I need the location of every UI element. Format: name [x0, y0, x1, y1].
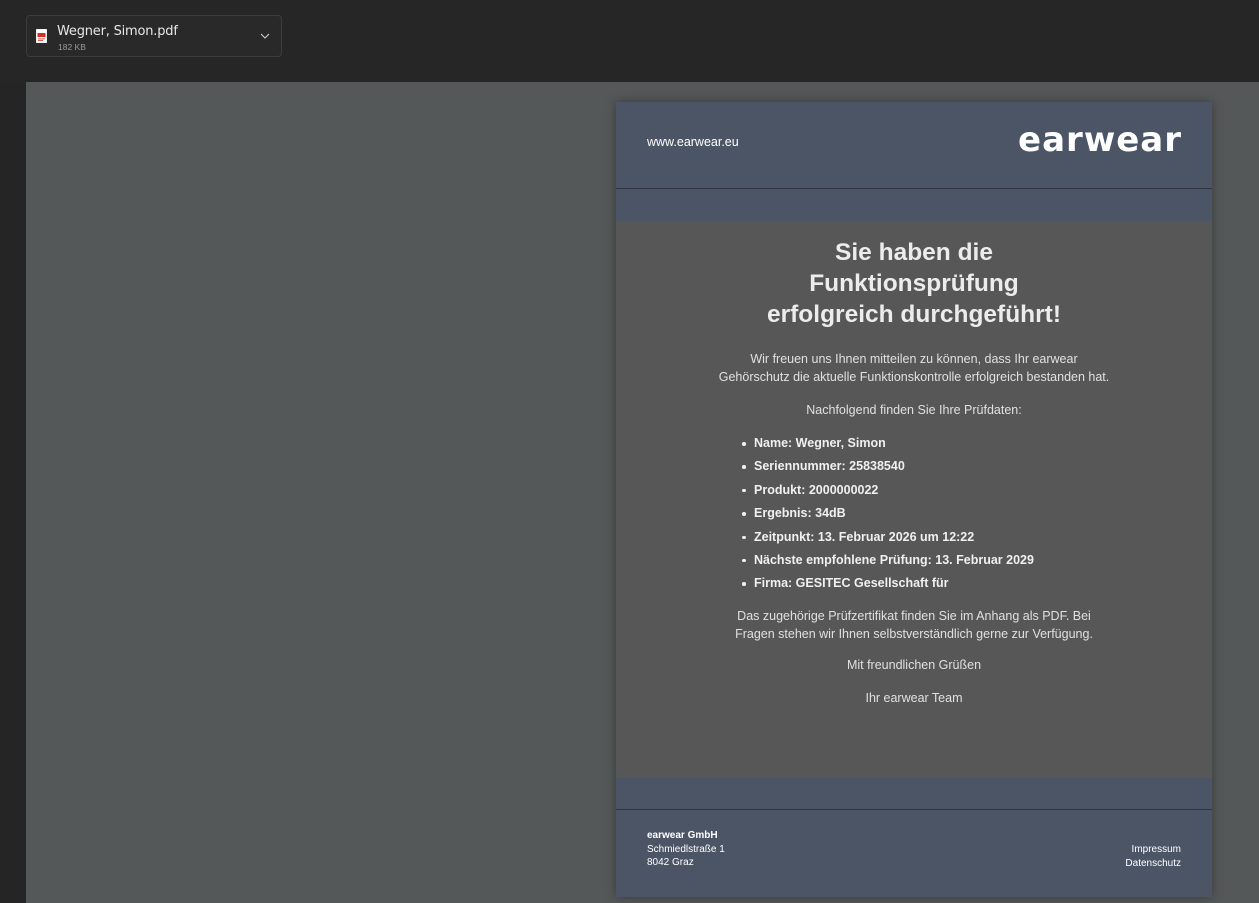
pdf-page: www.earwear.eu earwear Sie haben die Fun… — [616, 102, 1212, 897]
sub-intro-text: Nachfolgend finden Sie Ihre Prüfdaten: — [806, 403, 1022, 417]
list-item: Name: Wegner, Simon — [740, 434, 1140, 457]
pdf-file-icon — [36, 29, 47, 43]
signature-text: Ihr earwear Team — [865, 690, 963, 705]
header-band — [616, 189, 1212, 221]
document-footer: earwear GmbH Schmiedlstraße 1 8042 Graz … — [616, 810, 1212, 897]
document-body: Sie haben die Funktionsprüfung erfolgrei… — [616, 221, 1212, 705]
headline-line: Sie haben die — [835, 239, 993, 266]
list-item: Nächste empfohlene Prüfung: 13. Februar … — [740, 551, 1140, 574]
intro-text: Wir freuen uns Ihnen mitteilen zu können… — [718, 352, 1110, 384]
greeting-text: Mit freundlichen Grüßen — [846, 657, 982, 672]
company-name: earwear GmbH — [647, 830, 718, 841]
chevron-down-icon[interactable] — [259, 31, 271, 41]
list-item: Zeitpunkt: 13. Februar 2026 um 12:22 — [740, 528, 1140, 551]
company-address: earwear GmbH Schmiedlstraße 1 8042 Graz — [647, 829, 725, 870]
headline-line: erfolgreich durchgeführt! — [766, 301, 1061, 328]
attachment-card[interactable]: Wegner, Simon.pdf 182 KB — [26, 15, 282, 57]
imprint-link[interactable]: Impressum — [1125, 843, 1181, 857]
closing-text: Das zugehörige Prüfzertifikat finden Sie… — [735, 608, 1093, 641]
list-item: Seriennummer: 25838540 — [740, 457, 1140, 480]
headline-line: Funktionsprüfung — [809, 270, 1019, 297]
website-link[interactable]: www.earwear.eu — [647, 135, 739, 149]
attachment-file-name: Wegner, Simon.pdf — [57, 24, 178, 39]
privacy-link[interactable]: Datenschutz — [1125, 857, 1181, 871]
company-city: 8042 Graz — [647, 857, 694, 868]
attachment-bar: Wegner, Simon.pdf 182 KB — [0, 0, 1259, 82]
list-item: Ergebnis: 34dB — [740, 504, 1140, 527]
test-data-list: Name: Wegner, Simon Seriennummer: 258385… — [740, 434, 1140, 598]
legal-links: Impressum Datenschutz — [1125, 843, 1181, 870]
document-header: www.earwear.eu earwear — [616, 102, 1212, 189]
attachment-file-size: 182 KB — [58, 42, 86, 52]
headline: Sie haben die Funktionsprüfung erfolgrei… — [714, 237, 1114, 330]
earwear-logo: earwear — [1018, 120, 1182, 160]
footer-band — [616, 778, 1212, 810]
list-item: Produkt: 2000000022 — [740, 481, 1140, 504]
company-street: Schmiedlstraße 1 — [647, 843, 725, 855]
list-item: Firma: GESITEC Gesellschaft für — [740, 574, 1140, 597]
